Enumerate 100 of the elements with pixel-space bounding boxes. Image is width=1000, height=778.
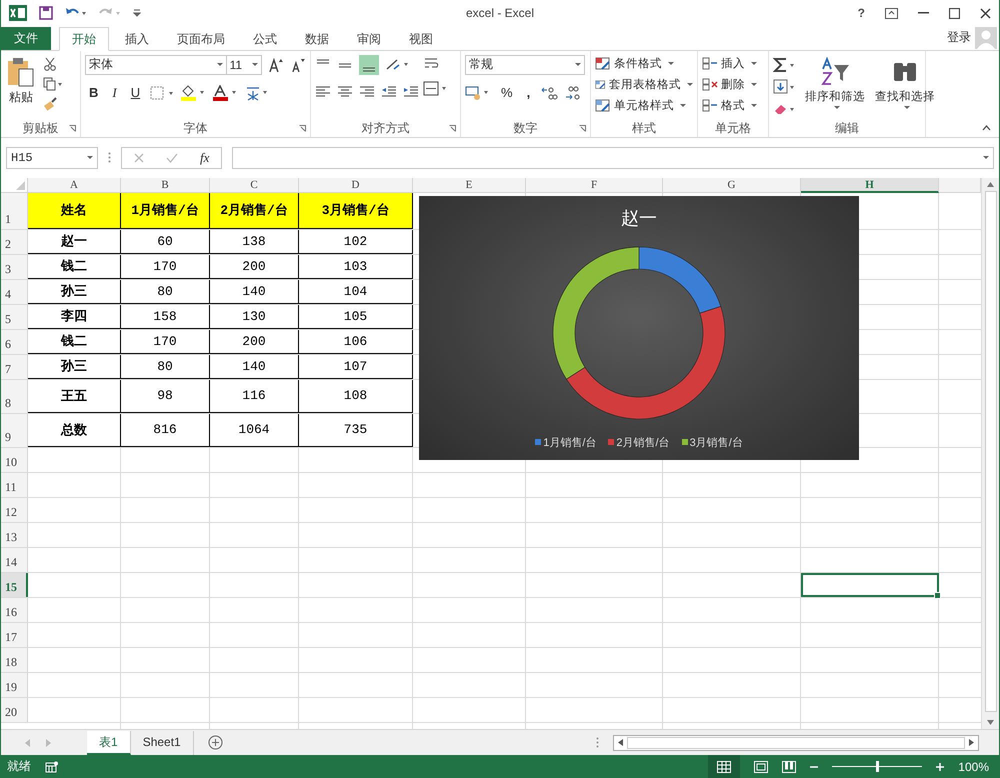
- column-header[interactable]: H: [801, 178, 939, 193]
- horizontal-scrollbar[interactable]: [613, 734, 979, 751]
- font-name-field[interactable]: 宋体: [85, 54, 227, 75]
- maximize-icon[interactable]: [949, 8, 960, 19]
- fill-color-icon[interactable]: [180, 84, 206, 101]
- row-header[interactable]: 3: [1, 254, 28, 279]
- save-icon[interactable]: [39, 6, 53, 20]
- copy-icon[interactable]: [43, 76, 63, 91]
- ribbon-display-icon[interactable]: [885, 8, 898, 19]
- scroll-up-icon[interactable]: [987, 182, 994, 187]
- increase-indent-icon[interactable]: [403, 84, 419, 99]
- row-header[interactable]: 7: [1, 354, 28, 379]
- chart-area[interactable]: 赵一 1月销售/台 2月销售/台 3月销售/台: [419, 196, 859, 460]
- macro-record-icon[interactable]: [45, 760, 59, 772]
- close-icon[interactable]: [980, 8, 991, 19]
- ribbon-tab[interactable]: 审阅: [345, 28, 393, 50]
- dialog-launcher-icon[interactable]: [69, 124, 76, 132]
- percent-button[interactable]: %: [497, 85, 517, 100]
- ribbon-tab[interactable]: 插入: [113, 28, 161, 50]
- row-header[interactable]: 8: [1, 380, 28, 413]
- align-right-icon[interactable]: [359, 84, 375, 99]
- row-header[interactable]: 6: [1, 330, 28, 354]
- fill-down-icon[interactable]: [773, 78, 797, 95]
- borders-icon[interactable]: [150, 86, 174, 100]
- cells-menu-button[interactable]: 插入: [702, 54, 764, 73]
- vertical-scrollbar[interactable]: [981, 178, 999, 730]
- insert-function-button[interactable]: fx: [200, 150, 210, 166]
- donut-slice[interactable]: [638, 246, 722, 314]
- ribbon-tab[interactable]: 视图: [397, 28, 445, 50]
- excel-logo-icon[interactable]: [9, 5, 27, 22]
- row-header[interactable]: 4: [1, 280, 28, 304]
- zoom-in-icon[interactable]: [936, 762, 944, 770]
- align-center-icon[interactable]: [337, 84, 353, 99]
- help-button[interactable]: ?: [858, 6, 865, 20]
- accounting-format-icon[interactable]: [465, 84, 491, 101]
- ribbon-tab[interactable]: 数据: [293, 28, 341, 50]
- column-header[interactable]: A: [28, 178, 121, 193]
- font-color-icon[interactable]: [212, 84, 238, 101]
- number-format-field[interactable]: 常规: [465, 54, 585, 75]
- donut-slice[interactable]: [552, 246, 640, 380]
- italic-button[interactable]: I: [108, 84, 121, 101]
- column-header[interactable]: G: [663, 178, 801, 193]
- dialog-launcher-icon[interactable]: [579, 124, 586, 132]
- column-header[interactable]: C: [210, 178, 299, 193]
- decrease-indent-icon[interactable]: [381, 84, 397, 99]
- dialog-launcher-icon[interactable]: [299, 124, 306, 132]
- cells-menu-button[interactable]: 删除: [702, 76, 764, 94]
- row-header[interactable]: 18: [1, 648, 28, 672]
- align-left-icon[interactable]: [315, 84, 331, 99]
- ribbon-tab[interactable]: 文件: [1, 26, 51, 50]
- scroll-thumb[interactable]: [627, 736, 965, 749]
- bold-button[interactable]: B: [85, 85, 102, 100]
- collapse-ribbon-icon[interactable]: [982, 124, 991, 131]
- ribbon-tab[interactable]: 页面布局: [165, 28, 237, 50]
- add-sheet-icon[interactable]: [208, 735, 223, 750]
- column-header[interactable]: F: [526, 178, 663, 193]
- format-painter-icon[interactable]: [43, 96, 57, 111]
- increase-decimal-icon[interactable]: [540, 84, 558, 101]
- ribbon-tab[interactable]: 开始: [59, 26, 109, 51]
- row-header[interactable]: 5: [1, 304, 28, 329]
- page-layout-view-icon[interactable]: [754, 760, 768, 772]
- name-box[interactable]: H15: [6, 146, 98, 169]
- column-header[interactable]: E: [413, 178, 526, 193]
- sheet-tab[interactable]: 表1: [87, 730, 131, 755]
- styles-menu-button[interactable]: 套用表格格式: [595, 76, 693, 94]
- scroll-left-icon[interactable]: [618, 739, 623, 746]
- decrease-decimal-icon[interactable]: [564, 84, 582, 101]
- minimize-icon[interactable]: [918, 12, 929, 14]
- merge-center-icon[interactable]: [423, 80, 449, 97]
- cut-icon[interactable]: [43, 56, 57, 71]
- align-bottom-icon[interactable]: [359, 54, 379, 75]
- decrease-font-icon[interactable]: [290, 56, 306, 73]
- cells-menu-button[interactable]: 格式: [702, 96, 764, 115]
- font-size-field[interactable]: 11: [226, 54, 262, 75]
- scroll-thumb[interactable]: [984, 190, 996, 712]
- row-header[interactable]: 19: [1, 672, 28, 697]
- dialog-launcher-icon[interactable]: [449, 124, 456, 132]
- row-header[interactable]: 2: [1, 230, 28, 254]
- column-header[interactable]: D: [299, 178, 413, 193]
- styles-menu-button[interactable]: 条件格式: [595, 54, 693, 73]
- scroll-down-icon[interactable]: [987, 720, 994, 726]
- row-header[interactable]: 13: [1, 522, 28, 547]
- ribbon-tab[interactable]: 公式: [241, 28, 289, 50]
- row-header[interactable]: 14: [1, 548, 28, 572]
- normal-view-icon[interactable]: [717, 760, 732, 772]
- autosum-icon[interactable]: [773, 56, 797, 73]
- row-header[interactable]: 9: [1, 414, 28, 447]
- scroll-right-icon[interactable]: [969, 739, 974, 746]
- row-header[interactable]: 1: [1, 192, 28, 229]
- zoom-level[interactable]: 100%: [958, 760, 989, 774]
- active-cell[interactable]: [801, 572, 939, 597]
- comma-button[interactable]: ,: [522, 85, 534, 100]
- underline-button[interactable]: U: [126, 85, 144, 100]
- sort-filter-button[interactable]: 排序和筛选: [803, 54, 867, 119]
- increase-font-icon[interactable]: [268, 56, 284, 73]
- row-header[interactable]: 15: [1, 572, 28, 597]
- row-header[interactable]: 17: [1, 622, 28, 647]
- row-header[interactable]: 20: [1, 698, 28, 722]
- zoom-slider-thumb[interactable]: [876, 761, 880, 772]
- row-header[interactable]: 10: [1, 448, 28, 472]
